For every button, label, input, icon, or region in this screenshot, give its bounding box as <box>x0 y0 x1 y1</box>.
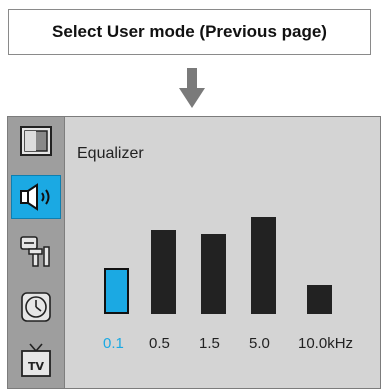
step-caption: Select User mode (Previous page) <box>8 9 371 55</box>
equalizer-chart: 0.1 0.5 1.5 5.0 10.0kHz <box>65 117 380 388</box>
picture-menu-item[interactable] <box>11 119 61 163</box>
eq-band-label-2: 1.5 <box>199 335 220 352</box>
osd-sidebar: TV <box>8 117 65 388</box>
eq-bar-2[interactable] <box>200 234 226 314</box>
channel-menu-item[interactable]: TV <box>11 339 61 383</box>
eq-bar-0[interactable] <box>103 268 129 314</box>
eq-band-label-1: 0.5 <box>149 335 170 352</box>
time-menu-item[interactable] <box>11 285 61 329</box>
setup-menu-item[interactable] <box>11 229 61 273</box>
eq-bar-4[interactable] <box>306 285 332 314</box>
clock-icon <box>21 292 51 322</box>
tv-icon: TV <box>21 343 51 377</box>
picture-icon <box>20 126 52 156</box>
sound-menu-item[interactable] <box>11 175 61 219</box>
eq-band-label-0: 0.1 <box>103 335 124 352</box>
eq-bar-1[interactable] <box>150 230 176 314</box>
eq-band-label-4: 10.0kHz <box>298 335 354 352</box>
sound-icon <box>20 183 50 211</box>
setup-icon <box>20 236 50 267</box>
down-arrow-icon <box>179 68 205 108</box>
osd-menu-panel: TV Equalizer 0.1 0.5 1.5 5.0 10.0kHz <box>7 116 381 389</box>
eq-band-label-3: 5.0 <box>249 335 270 352</box>
eq-bar-3[interactable] <box>250 217 276 314</box>
svg-text:TV: TV <box>28 360 45 373</box>
